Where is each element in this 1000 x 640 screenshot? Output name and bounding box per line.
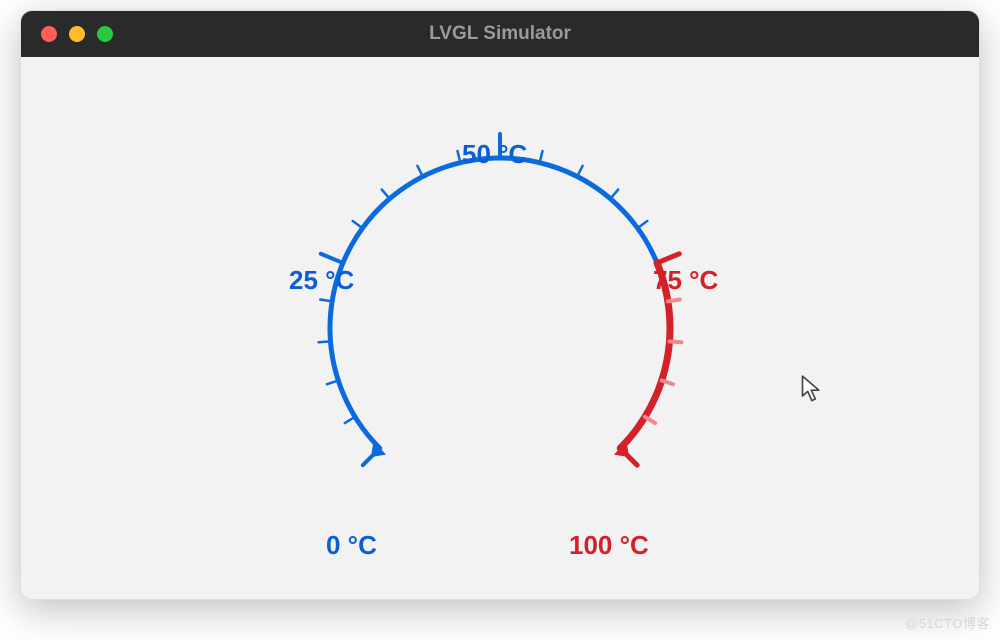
titlebar: LVGL Simulator	[21, 11, 979, 57]
simulator-canvas: 0 °C 25 °C 50 °C 75 °C 100 °C	[21, 57, 979, 599]
window-controls	[21, 26, 113, 42]
cursor-icon	[801, 375, 825, 403]
zoom-icon[interactable]	[97, 26, 113, 42]
minimize-icon[interactable]	[69, 26, 85, 42]
app-window: LVGL Simulator 0 °C 25 °C 50 °C 75 °C 10…	[20, 10, 980, 600]
gauge-label-50: 50 °C	[462, 139, 527, 170]
window-title: LVGL Simulator	[21, 23, 979, 45]
gauge-label-0: 0 °C	[326, 530, 377, 561]
close-icon[interactable]	[41, 26, 57, 42]
watermark: @51CTO博客	[905, 613, 990, 632]
gauge-label-100: 100 °C	[569, 530, 649, 561]
gauge-label-25: 25 °C	[289, 265, 354, 296]
gauge-label-75: 75 °C	[653, 265, 718, 296]
